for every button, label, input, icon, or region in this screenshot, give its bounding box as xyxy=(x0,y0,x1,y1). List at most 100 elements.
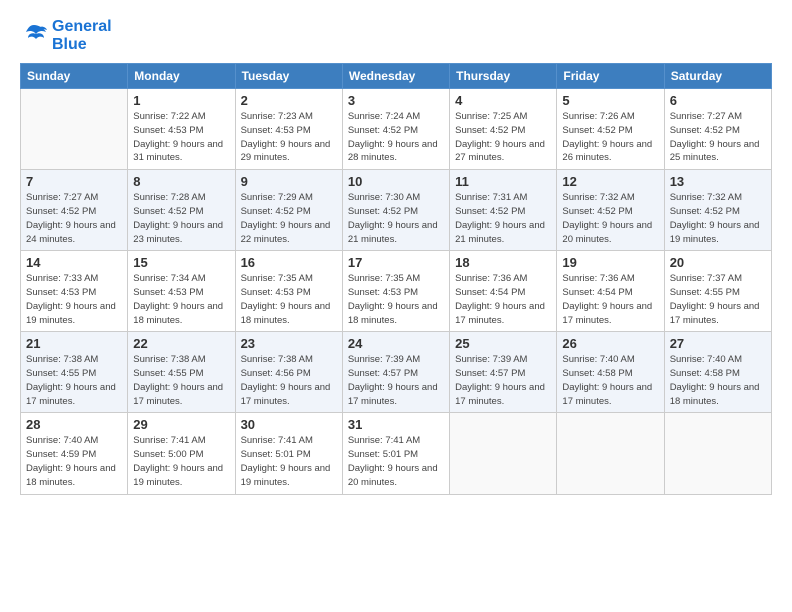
day-info: Sunrise: 7:25 AMSunset: 4:52 PMDaylight:… xyxy=(455,110,551,165)
day-number: 9 xyxy=(241,174,337,189)
day-cell xyxy=(557,413,664,494)
day-number: 24 xyxy=(348,336,444,351)
day-info: Sunrise: 7:36 AMSunset: 4:54 PMDaylight:… xyxy=(562,272,658,327)
day-cell: 11 Sunrise: 7:31 AMSunset: 4:52 PMDaylig… xyxy=(450,170,557,251)
day-cell: 6 Sunrise: 7:27 AMSunset: 4:52 PMDayligh… xyxy=(664,89,771,170)
week-row-5: 28 Sunrise: 7:40 AMSunset: 4:59 PMDaylig… xyxy=(21,413,772,494)
week-row-4: 21 Sunrise: 7:38 AMSunset: 4:55 PMDaylig… xyxy=(21,332,772,413)
day-info: Sunrise: 7:40 AMSunset: 4:59 PMDaylight:… xyxy=(26,434,122,489)
day-number: 23 xyxy=(241,336,337,351)
day-number: 5 xyxy=(562,93,658,108)
week-row-2: 7 Sunrise: 7:27 AMSunset: 4:52 PMDayligh… xyxy=(21,170,772,251)
day-cell xyxy=(450,413,557,494)
day-cell: 29 Sunrise: 7:41 AMSunset: 5:00 PMDaylig… xyxy=(128,413,235,494)
day-number: 1 xyxy=(133,93,229,108)
day-cell: 16 Sunrise: 7:35 AMSunset: 4:53 PMDaylig… xyxy=(235,251,342,332)
day-info: Sunrise: 7:27 AMSunset: 4:52 PMDaylight:… xyxy=(26,191,122,246)
day-cell: 8 Sunrise: 7:28 AMSunset: 4:52 PMDayligh… xyxy=(128,170,235,251)
day-cell: 7 Sunrise: 7:27 AMSunset: 4:52 PMDayligh… xyxy=(21,170,128,251)
day-cell: 25 Sunrise: 7:39 AMSunset: 4:57 PMDaylig… xyxy=(450,332,557,413)
day-number: 4 xyxy=(455,93,551,108)
day-number: 22 xyxy=(133,336,229,351)
day-number: 6 xyxy=(670,93,766,108)
day-number: 30 xyxy=(241,417,337,432)
day-cell: 28 Sunrise: 7:40 AMSunset: 4:59 PMDaylig… xyxy=(21,413,128,494)
day-info: Sunrise: 7:37 AMSunset: 4:55 PMDaylight:… xyxy=(670,272,766,327)
day-info: Sunrise: 7:32 AMSunset: 4:52 PMDaylight:… xyxy=(562,191,658,246)
day-number: 19 xyxy=(562,255,658,270)
day-number: 16 xyxy=(241,255,337,270)
day-number: 2 xyxy=(241,93,337,108)
day-cell: 23 Sunrise: 7:38 AMSunset: 4:56 PMDaylig… xyxy=(235,332,342,413)
day-info: Sunrise: 7:34 AMSunset: 4:53 PMDaylight:… xyxy=(133,272,229,327)
day-number: 8 xyxy=(133,174,229,189)
day-number: 28 xyxy=(26,417,122,432)
day-info: Sunrise: 7:38 AMSunset: 4:56 PMDaylight:… xyxy=(241,353,337,408)
day-info: Sunrise: 7:39 AMSunset: 4:57 PMDaylight:… xyxy=(455,353,551,408)
day-info: Sunrise: 7:32 AMSunset: 4:52 PMDaylight:… xyxy=(670,191,766,246)
day-cell: 3 Sunrise: 7:24 AMSunset: 4:52 PMDayligh… xyxy=(342,89,449,170)
day-number: 10 xyxy=(348,174,444,189)
day-number: 13 xyxy=(670,174,766,189)
day-cell: 30 Sunrise: 7:41 AMSunset: 5:01 PMDaylig… xyxy=(235,413,342,494)
weekday-header-row: SundayMondayTuesdayWednesdayThursdayFrid… xyxy=(21,64,772,89)
day-info: Sunrise: 7:41 AMSunset: 5:01 PMDaylight:… xyxy=(348,434,444,489)
day-number: 7 xyxy=(26,174,122,189)
day-info: Sunrise: 7:33 AMSunset: 4:53 PMDaylight:… xyxy=(26,272,122,327)
day-cell: 4 Sunrise: 7:25 AMSunset: 4:52 PMDayligh… xyxy=(450,89,557,170)
day-cell: 26 Sunrise: 7:40 AMSunset: 4:58 PMDaylig… xyxy=(557,332,664,413)
day-info: Sunrise: 7:30 AMSunset: 4:52 PMDaylight:… xyxy=(348,191,444,246)
day-info: Sunrise: 7:27 AMSunset: 4:52 PMDaylight:… xyxy=(670,110,766,165)
day-info: Sunrise: 7:35 AMSunset: 4:53 PMDaylight:… xyxy=(348,272,444,327)
day-cell: 17 Sunrise: 7:35 AMSunset: 4:53 PMDaylig… xyxy=(342,251,449,332)
logo-text: GeneralBlue xyxy=(52,18,112,53)
day-cell: 21 Sunrise: 7:38 AMSunset: 4:55 PMDaylig… xyxy=(21,332,128,413)
day-number: 29 xyxy=(133,417,229,432)
day-cell: 31 Sunrise: 7:41 AMSunset: 5:01 PMDaylig… xyxy=(342,413,449,494)
day-cell: 9 Sunrise: 7:29 AMSunset: 4:52 PMDayligh… xyxy=(235,170,342,251)
day-cell: 10 Sunrise: 7:30 AMSunset: 4:52 PMDaylig… xyxy=(342,170,449,251)
day-info: Sunrise: 7:23 AMSunset: 4:53 PMDaylight:… xyxy=(241,110,337,165)
weekday-monday: Monday xyxy=(128,64,235,89)
day-info: Sunrise: 7:40 AMSunset: 4:58 PMDaylight:… xyxy=(562,353,658,408)
day-info: Sunrise: 7:36 AMSunset: 4:54 PMDaylight:… xyxy=(455,272,551,327)
week-row-1: 1 Sunrise: 7:22 AMSunset: 4:53 PMDayligh… xyxy=(21,89,772,170)
weekday-thursday: Thursday xyxy=(450,64,557,89)
day-info: Sunrise: 7:24 AMSunset: 4:52 PMDaylight:… xyxy=(348,110,444,165)
weekday-saturday: Saturday xyxy=(664,64,771,89)
day-cell: 14 Sunrise: 7:33 AMSunset: 4:53 PMDaylig… xyxy=(21,251,128,332)
day-cell: 15 Sunrise: 7:34 AMSunset: 4:53 PMDaylig… xyxy=(128,251,235,332)
day-cell: 27 Sunrise: 7:40 AMSunset: 4:58 PMDaylig… xyxy=(664,332,771,413)
page: GeneralBlue SundayMondayTuesdayWednesday… xyxy=(0,0,792,612)
day-number: 3 xyxy=(348,93,444,108)
day-info: Sunrise: 7:38 AMSunset: 4:55 PMDaylight:… xyxy=(26,353,122,408)
week-row-3: 14 Sunrise: 7:33 AMSunset: 4:53 PMDaylig… xyxy=(21,251,772,332)
day-info: Sunrise: 7:41 AMSunset: 5:00 PMDaylight:… xyxy=(133,434,229,489)
day-cell: 12 Sunrise: 7:32 AMSunset: 4:52 PMDaylig… xyxy=(557,170,664,251)
day-cell: 5 Sunrise: 7:26 AMSunset: 4:52 PMDayligh… xyxy=(557,89,664,170)
day-info: Sunrise: 7:26 AMSunset: 4:52 PMDaylight:… xyxy=(562,110,658,165)
weekday-sunday: Sunday xyxy=(21,64,128,89)
day-cell: 2 Sunrise: 7:23 AMSunset: 4:53 PMDayligh… xyxy=(235,89,342,170)
day-number: 18 xyxy=(455,255,551,270)
day-info: Sunrise: 7:38 AMSunset: 4:55 PMDaylight:… xyxy=(133,353,229,408)
day-cell: 13 Sunrise: 7:32 AMSunset: 4:52 PMDaylig… xyxy=(664,170,771,251)
day-info: Sunrise: 7:40 AMSunset: 4:58 PMDaylight:… xyxy=(670,353,766,408)
calendar-table: SundayMondayTuesdayWednesdayThursdayFrid… xyxy=(20,63,772,494)
logo-bird-icon xyxy=(20,22,48,50)
day-number: 26 xyxy=(562,336,658,351)
header: GeneralBlue xyxy=(20,18,772,53)
weekday-wednesday: Wednesday xyxy=(342,64,449,89)
day-number: 31 xyxy=(348,417,444,432)
day-info: Sunrise: 7:41 AMSunset: 5:01 PMDaylight:… xyxy=(241,434,337,489)
day-info: Sunrise: 7:39 AMSunset: 4:57 PMDaylight:… xyxy=(348,353,444,408)
day-cell: 24 Sunrise: 7:39 AMSunset: 4:57 PMDaylig… xyxy=(342,332,449,413)
day-info: Sunrise: 7:29 AMSunset: 4:52 PMDaylight:… xyxy=(241,191,337,246)
day-number: 12 xyxy=(562,174,658,189)
day-number: 27 xyxy=(670,336,766,351)
day-cell: 20 Sunrise: 7:37 AMSunset: 4:55 PMDaylig… xyxy=(664,251,771,332)
day-info: Sunrise: 7:28 AMSunset: 4:52 PMDaylight:… xyxy=(133,191,229,246)
day-cell: 1 Sunrise: 7:22 AMSunset: 4:53 PMDayligh… xyxy=(128,89,235,170)
day-number: 20 xyxy=(670,255,766,270)
day-info: Sunrise: 7:22 AMSunset: 4:53 PMDaylight:… xyxy=(133,110,229,165)
